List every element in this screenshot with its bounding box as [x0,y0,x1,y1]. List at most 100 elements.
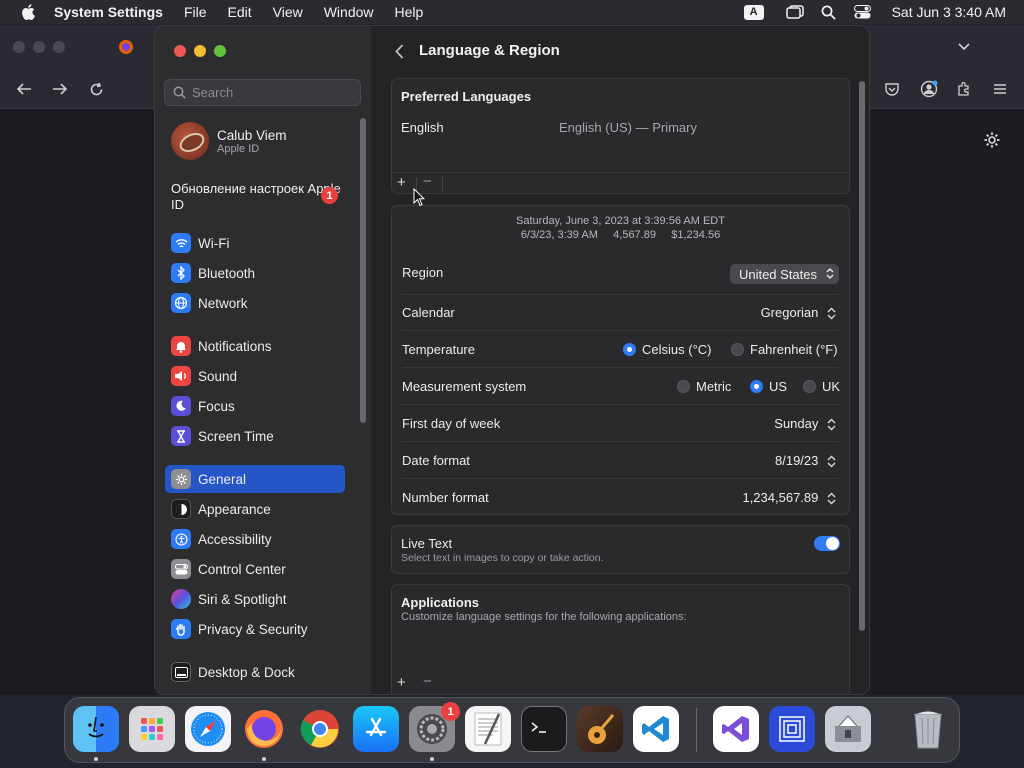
radio-dot-selected [623,343,636,356]
sidebar-item-sound[interactable]: Sound [165,362,345,390]
firefox-tab-icon[interactable] [117,38,135,56]
sidebar-item-notifications[interactable]: Notifications [165,332,345,360]
appearance-icon [171,499,191,519]
app-store-icon[interactable] [353,706,399,752]
sidebar-scrollbar[interactable] [360,118,366,423]
sidebar-item-label: Screen Time [198,428,274,444]
launchpad-icon[interactable] [129,706,175,752]
spotlight-search-icon[interactable] [820,4,838,20]
sidebar-search-field[interactable] [164,79,361,106]
wifi-icon [171,233,191,253]
account-icon[interactable] [920,80,938,98]
sidebar-item-screen-time[interactable]: Screen Time [165,422,345,450]
apple-id-account[interactable]: Calub Viem Apple ID [171,122,287,160]
sidebar-item-network[interactable]: Network [165,289,345,317]
panel-divider [392,172,849,173]
back-arrow-icon[interactable] [15,80,33,98]
mouse-pointer-icon [413,188,425,207]
browser-close-button[interactable] [13,41,25,53]
language-name[interactable]: English [401,120,444,135]
add-language-button[interactable]: + [397,174,406,191]
input-source-indicator[interactable]: A [743,4,764,20]
archive-utility-icon[interactable] [825,706,871,752]
hamburger-menu-icon[interactable] [991,80,1009,98]
running-indicator [262,757,266,761]
menu-bar: System Settings File Edit View Window He… [0,0,1024,24]
radio-dot [677,380,690,393]
pocket-icon[interactable] [883,80,901,98]
sidebar-item-general[interactable]: General [165,465,345,493]
menu-view[interactable]: View [273,4,303,20]
main-scrollbar[interactable] [859,81,865,631]
region-popup-button[interactable]: United States [729,264,839,284]
visual-studio-icon[interactable] [713,706,759,752]
window-minimize-button[interactable] [194,45,206,57]
sidebar-item-appearance[interactable]: Appearance [165,495,345,523]
row-divider [402,404,839,405]
radio-fahrenheit[interactable]: Fahrenheit (°F) [731,342,838,357]
instruments-icon[interactable] [769,706,815,752]
window-close-button[interactable] [174,45,186,57]
textedit-icon[interactable] [465,706,511,752]
sidebar-item-siri-spotlight[interactable]: Siri & Spotlight [165,585,345,613]
live-text-toggle[interactable] [814,536,840,551]
safari-icon[interactable] [185,706,231,752]
page-title: Language & Region [419,42,560,59]
extensions-icon[interactable] [955,80,973,98]
radio-us[interactable]: US [750,379,787,394]
sidebar-item-control-center[interactable]: Control Center [165,555,345,583]
dock-icon [171,662,191,682]
apple-menu-icon[interactable] [18,2,38,22]
update-badge: 1 [321,187,338,204]
radio-metric[interactable]: Metric [677,379,731,394]
sidebar-item-bluetooth[interactable]: Bluetooth [165,259,345,287]
firefox-icon[interactable] [241,706,287,752]
number-format-value: 1,234,567.89 [742,490,819,505]
browser-zoom-button[interactable] [53,41,65,53]
user-name: Calub Viem [217,127,287,143]
search-input[interactable] [192,85,352,100]
forward-arrow-icon[interactable] [51,80,69,98]
remove-application-button[interactable]: − [423,673,432,690]
sidebar-item-desktop-dock[interactable]: Desktop & Dock [165,658,345,686]
radio-dot [731,343,744,356]
menu-clock[interactable]: Sat Jun 3 3:40 AM [892,4,1006,20]
menu-app-name[interactable]: System Settings [54,4,163,20]
add-application-button[interactable]: + [397,674,406,691]
apple-id-update-notice[interactable]: Обновление настроек Apple ID [171,181,346,213]
menu-window[interactable]: Window [324,4,374,20]
control-center-icon[interactable] [854,4,872,20]
avatar [171,122,209,160]
gear-icon [171,469,191,489]
radio-uk[interactable]: UK [803,379,840,394]
finder-icon[interactable] [73,706,119,752]
back-chevron-icon[interactable] [391,42,407,60]
number-format-popup[interactable]: 1,234,567.89 [742,490,837,506]
trash-icon[interactable] [905,706,951,752]
chevron-down-icon[interactable] [955,38,973,56]
calendar-popup[interactable]: Gregorian [761,305,837,321]
chrome-icon[interactable] [297,706,343,752]
radio-celsius[interactable]: Celsius (°C) [623,342,711,357]
garageband-icon[interactable] [577,706,623,752]
sidebar-item-privacy-security[interactable]: Privacy & Security [165,615,345,643]
first-day-popup[interactable]: Sunday [774,416,837,432]
sidebar-item-accessibility[interactable]: Accessibility [165,525,345,553]
sidebar-item-focus[interactable]: Focus [165,392,345,420]
reload-icon[interactable] [87,80,105,98]
terminal-icon[interactable] [521,706,567,752]
dock: 1 [64,697,960,763]
window-zoom-button[interactable] [214,45,226,57]
sidebar-item-wifi[interactable]: Wi-Fi [165,229,345,257]
stage-manager-icon[interactable] [785,4,804,20]
page-settings-gear-icon[interactable] [983,131,1001,149]
menu-help[interactable]: Help [395,4,424,20]
menu-file[interactable]: File [184,4,207,20]
row-divider [402,478,839,479]
menu-edit[interactable]: Edit [228,4,252,20]
date-format-value: 8/19/23 [775,453,819,468]
system-settings-window: Calub Viem Apple ID Обновление настроек … [154,25,870,695]
vscode-icon[interactable] [633,706,679,752]
browser-minimize-button[interactable] [33,41,45,53]
date-format-popup[interactable]: 8/19/23 [775,453,837,469]
